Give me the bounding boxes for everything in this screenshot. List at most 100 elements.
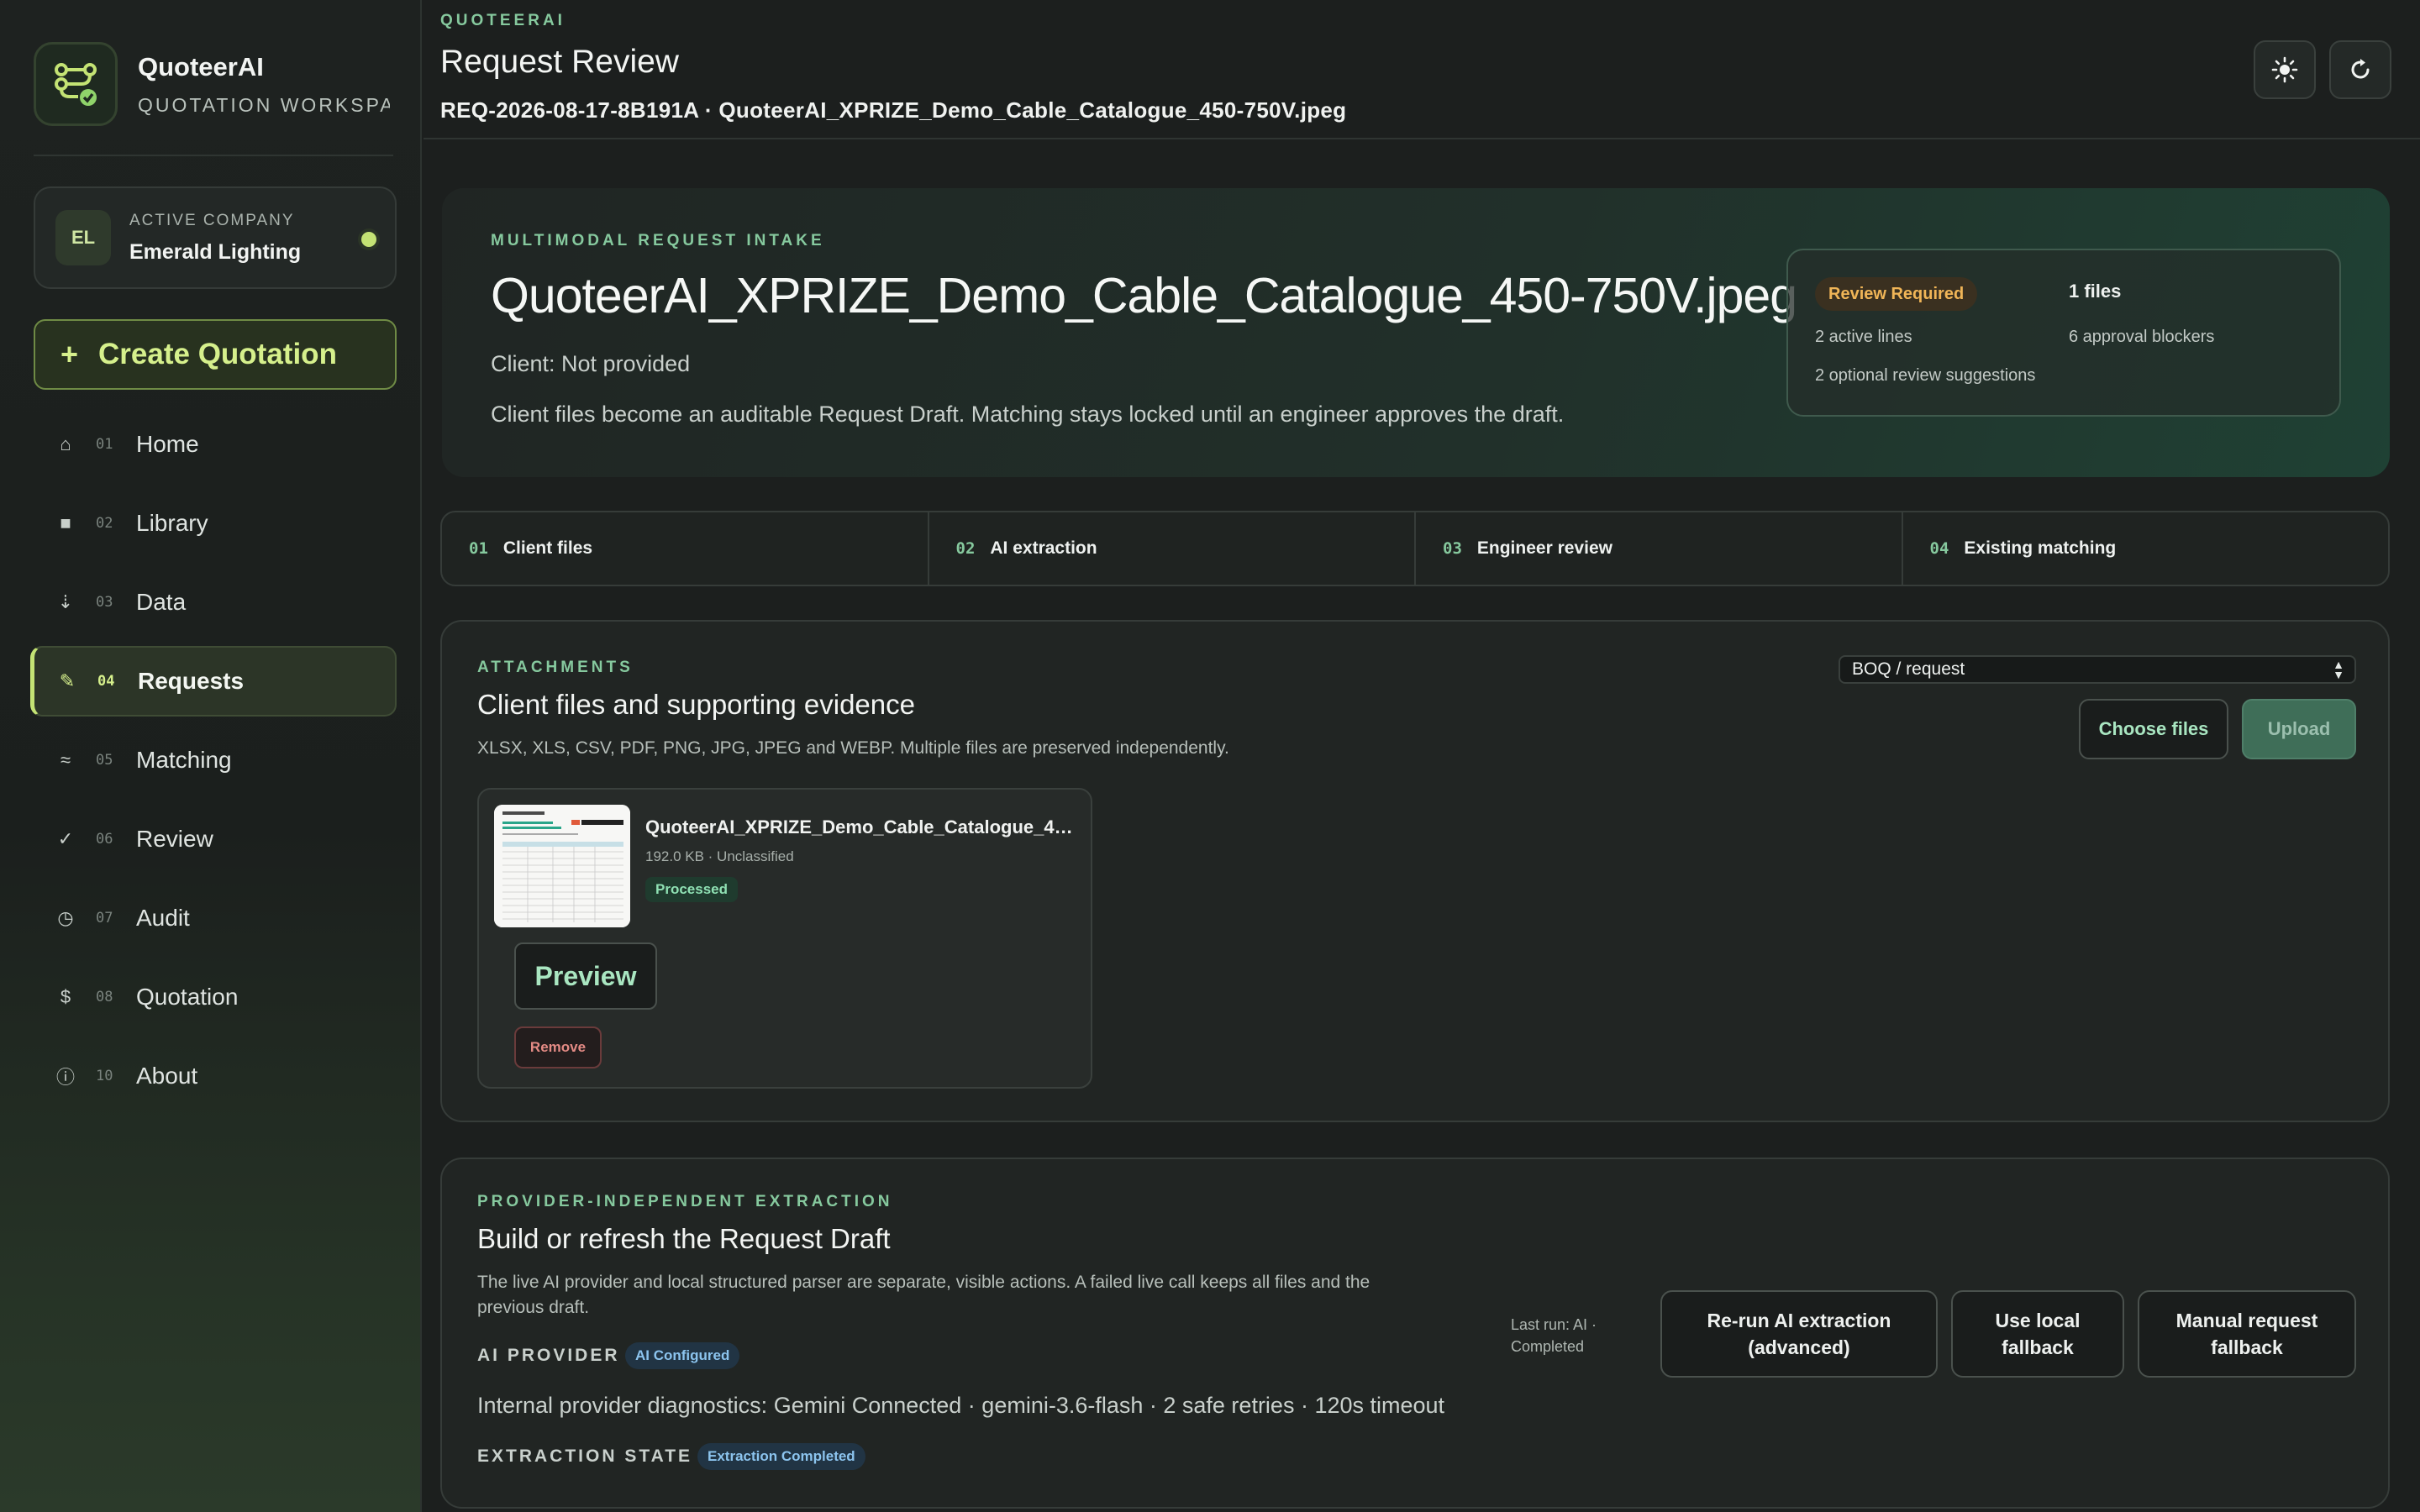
sun-icon	[2271, 56, 2298, 83]
file-meta: 192.0 KB · Unclassified	[645, 848, 794, 864]
nav-number: 06	[96, 831, 113, 848]
nav-number: 08	[96, 989, 113, 1005]
sidebar-item-quotation[interactable]: $ 08 Quotation	[30, 962, 397, 1032]
sidebar-item-review[interactable]: ✓ 06 Review	[30, 804, 397, 874]
last-run-status: Last run: AI · Completed	[1511, 1314, 1628, 1357]
extraction-panel: PROVIDER-INDEPENDENT EXTRACTION Build or…	[440, 1158, 2390, 1509]
quotation-icon: $	[60, 986, 71, 1007]
sidebar-item-requests[interactable]: ✎ 04 Requests	[30, 646, 397, 717]
nav-label: Data	[136, 589, 187, 615]
brand-name: QuoteerAI	[138, 51, 264, 81]
preview-button[interactable]: Preview	[514, 942, 657, 1010]
active-company-card[interactable]: EL ACTIVE COMPANY Emerald Lighting	[34, 186, 397, 289]
nav-label: Home	[136, 431, 199, 457]
file-name: QuoteerAI_XPRIZE_Demo_Cable_Catalogue_45…	[645, 816, 1082, 837]
about-icon: ⓘ	[55, 1067, 75, 1088]
attachments-eyebrow: ATTACHMENTS	[477, 659, 634, 676]
refresh-button[interactable]	[2329, 40, 2391, 99]
step-label: Existing matching	[1964, 538, 2117, 558]
create-quotation-label: Create Quotation	[98, 338, 337, 370]
step-client-files[interactable]: 01 Client files	[442, 512, 929, 585]
hero-title: QuoteerAI_XPRIZE_Demo_Cable_Catalogue_45…	[491, 268, 1797, 323]
sidebar: QuoteerAI QUOTATION WORKSPACE EL ACTIVE …	[0, 0, 422, 1512]
manual-fallback-line2: fallback	[2211, 1336, 2283, 1358]
company-avatar: EL	[55, 210, 111, 265]
provider-diagnostics: Internal provider diagnostics: Gemini Co…	[477, 1393, 1445, 1418]
sidebar-item-home[interactable]: ⌂ 01 Home	[30, 409, 397, 480]
last-run-line1: Last run: AI ·	[1511, 1316, 1597, 1333]
company-status-dot-icon	[361, 232, 376, 247]
page-header: QUOTEERAI Request Review REQ-2026-08-17-…	[424, 0, 2420, 139]
extraction-state-label: EXTRACTION STATE	[477, 1446, 693, 1466]
nav-label: Requests	[138, 668, 245, 694]
attachments-panel: ATTACHMENTS Client files and supporting …	[440, 620, 2390, 1122]
attachments-description: XLSX, XLS, CSV, PDF, PNG, JPG, JPEG and …	[477, 738, 1229, 758]
ai-provider-label: AI PROVIDER	[477, 1346, 620, 1365]
requests-icon: ✎	[59, 670, 76, 691]
library-icon: ■	[60, 512, 71, 533]
request-summary-card: Review Required 1 files 2 active lines 6…	[1786, 249, 2341, 417]
hero-client: Client: Not provided	[491, 351, 691, 376]
files-count: 1 files	[2069, 281, 2122, 302]
app-logo-icon	[34, 42, 118, 126]
file-status-badge: Processed	[645, 877, 738, 902]
rerun-label-line2: (advanced)	[1748, 1336, 1850, 1358]
request-id-subtitle: REQ-2026-08-17-8B191A · QuoteerAI_XPRIZE…	[440, 97, 1347, 123]
sidebar-item-about[interactable]: ⓘ 10 About	[30, 1041, 397, 1111]
local-fallback-button[interactable]: Use local fallback	[1951, 1290, 2124, 1378]
step-ai-extraction[interactable]: 02 AI extraction	[929, 512, 1416, 585]
nav-label: Library	[136, 510, 208, 536]
request-intake-hero: MULTIMODAL REQUEST INTAKE QuoteerAI_XPRI…	[442, 188, 2390, 477]
manual-request-fallback-button[interactable]: Manual request fallback	[2138, 1290, 2356, 1378]
file-thumbnail[interactable]	[494, 805, 630, 927]
plus-icon: +	[60, 337, 79, 371]
nav-number: 02	[96, 515, 113, 532]
step-number: 03	[1443, 539, 1462, 558]
nav-label: Audit	[136, 905, 190, 931]
step-number: 02	[955, 539, 976, 558]
create-quotation-button[interactable]: + Create Quotation	[34, 319, 397, 390]
home-icon: ⌂	[60, 433, 71, 454]
manual-fallback-line1: Manual request	[2175, 1310, 2318, 1331]
step-existing-matching[interactable]: 04 Existing matching	[1903, 512, 2389, 585]
optional-suggestions-count: 2 optional review suggestions	[1815, 366, 2036, 385]
attachments-title: Client files and supporting evidence	[477, 689, 915, 720]
step-label: Engineer review	[1476, 538, 1612, 558]
step-label: AI extraction	[990, 538, 1097, 558]
brand-subtitle: QUOTATION WORKSPACE	[138, 93, 390, 116]
audit-icon: ◷	[57, 907, 74, 928]
active-lines-count: 2 active lines	[1815, 328, 1912, 346]
nav-number: 10	[96, 1068, 113, 1084]
select-arrows-icon: ▲ ▼	[2333, 658, 2344, 681]
local-fallback-line1: Use local	[1995, 1310, 2081, 1331]
choose-files-button[interactable]: Choose files	[2079, 699, 2228, 759]
step-number: 04	[1929, 539, 1949, 558]
step-label: Client files	[502, 538, 593, 558]
sidebar-item-library[interactable]: ■ 02 Library	[30, 488, 397, 559]
ai-configured-badge: AI Configured	[625, 1342, 740, 1369]
step-number: 01	[469, 539, 488, 558]
theme-toggle-button[interactable]	[2254, 40, 2316, 99]
hero-eyebrow: MULTIMODAL REQUEST INTAKE	[491, 232, 825, 249]
nav-label: Quotation	[136, 984, 239, 1010]
nav-number: 05	[96, 752, 113, 769]
rerun-ai-extraction-button[interactable]: Re-run AI extraction (advanced)	[1660, 1290, 1938, 1378]
extraction-title: Build or refresh the Request Draft	[477, 1223, 891, 1254]
nav-number: 01	[96, 436, 113, 453]
refresh-icon	[2351, 59, 2370, 79]
sidebar-item-audit[interactable]: ◷ 07 Audit	[30, 883, 397, 953]
step-engineer-review[interactable]: 03 Engineer review	[1416, 512, 1903, 585]
extraction-state-badge: Extraction Completed	[697, 1443, 865, 1470]
upload-button[interactable]: Upload	[2242, 699, 2356, 759]
sidebar-item-matching[interactable]: ≈ 05 Matching	[30, 725, 397, 795]
remove-button[interactable]: Remove	[514, 1026, 602, 1068]
status-badge: Review Required	[1815, 277, 1978, 311]
brand[interactable]: QuoteerAI QUOTATION WORKSPACE	[34, 42, 390, 126]
file-type-select[interactable]: BOQ / request ▲ ▼	[1839, 655, 2356, 684]
workflow-steps: 01 Client files 02 AI extraction 03 Engi…	[440, 511, 2390, 586]
sidebar-item-data[interactable]: ⇣ 03 Data	[30, 567, 397, 638]
review-icon: ✓	[57, 828, 74, 849]
extraction-description-line1: The live AI provider and local structure…	[477, 1273, 1370, 1292]
nav-number: 04	[97, 673, 115, 690]
sidebar-divider	[34, 155, 393, 156]
